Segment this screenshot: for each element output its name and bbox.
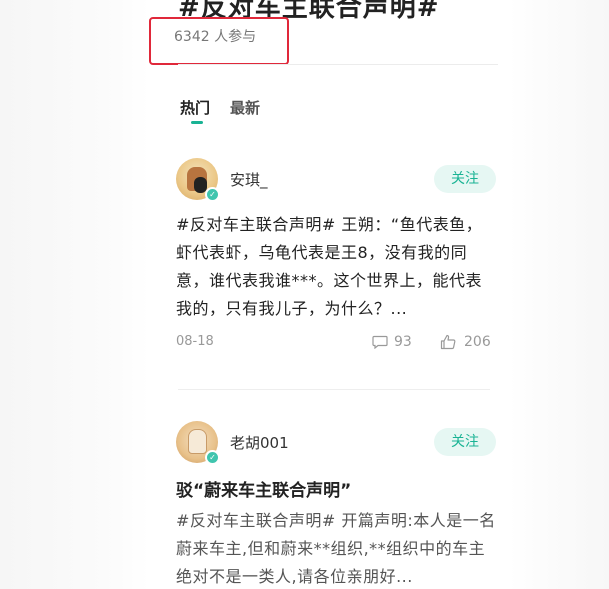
follow-button[interactable]: 关注 [434,165,496,193]
post-content[interactable]: #反对车主联合声明# 开篇声明:本人是一名蔚来车主,但和蔚来**组织,**组织中… [176,507,496,589]
avatar[interactable]: ✓ [176,158,220,202]
header-divider [178,64,498,65]
post-card[interactable]: ✓ 老胡001 关注 驳“蔚来车主联合声明” #反对车主联合声明# 开篇声明:本… [176,420,496,589]
comment-action[interactable]: 93 [372,334,412,350]
follow-button[interactable]: 关注 [434,428,496,456]
post-header: ✓ 老胡001 关注 [176,420,496,465]
verified-badge-icon: ✓ [205,187,220,202]
post-title[interactable]: 驳“蔚来车主联合声明” [176,476,496,501]
username[interactable]: 老胡001 [230,432,289,453]
like-count: 206 [464,334,491,350]
feed-tabs: 热门 最新 [180,97,260,118]
post-card[interactable]: ✓ 安琪_ 关注 #反对车主联合声明# 王朔：“鱼代表鱼，虾代表虾，乌龟代表是王… [176,157,496,323]
post-date: 08-18 [176,334,214,349]
avatar[interactable]: ✓ [176,421,220,465]
post-header: ✓ 安琪_ 关注 [176,157,496,202]
post-divider [178,389,490,390]
comment-count: 93 [394,334,412,350]
left-gutter [0,0,150,589]
tab-hot[interactable]: 热门 [180,97,210,118]
post-meta: 08-18 93 206 [176,331,496,355]
highlight-box [149,17,289,65]
username[interactable]: 安琪_ [230,169,268,190]
right-gutter [509,0,609,589]
verified-badge-icon: ✓ [205,450,220,465]
avatar-figure [188,429,207,454]
topic-page: #反对车主联合声明# 6342 人参与 热门 最新 ✓ 安琪_ 关注 #反对车主… [0,0,609,589]
comment-icon [372,335,388,349]
tab-latest[interactable]: 最新 [230,97,260,118]
active-tab-indicator [191,121,203,124]
thumbs-up-icon [440,334,456,350]
post-content[interactable]: #反对车主联合声明# 王朔：“鱼代表鱼，虾代表虾，乌龟代表是王8，没有我的同意，… [176,211,496,323]
like-action[interactable]: 206 [440,334,491,350]
